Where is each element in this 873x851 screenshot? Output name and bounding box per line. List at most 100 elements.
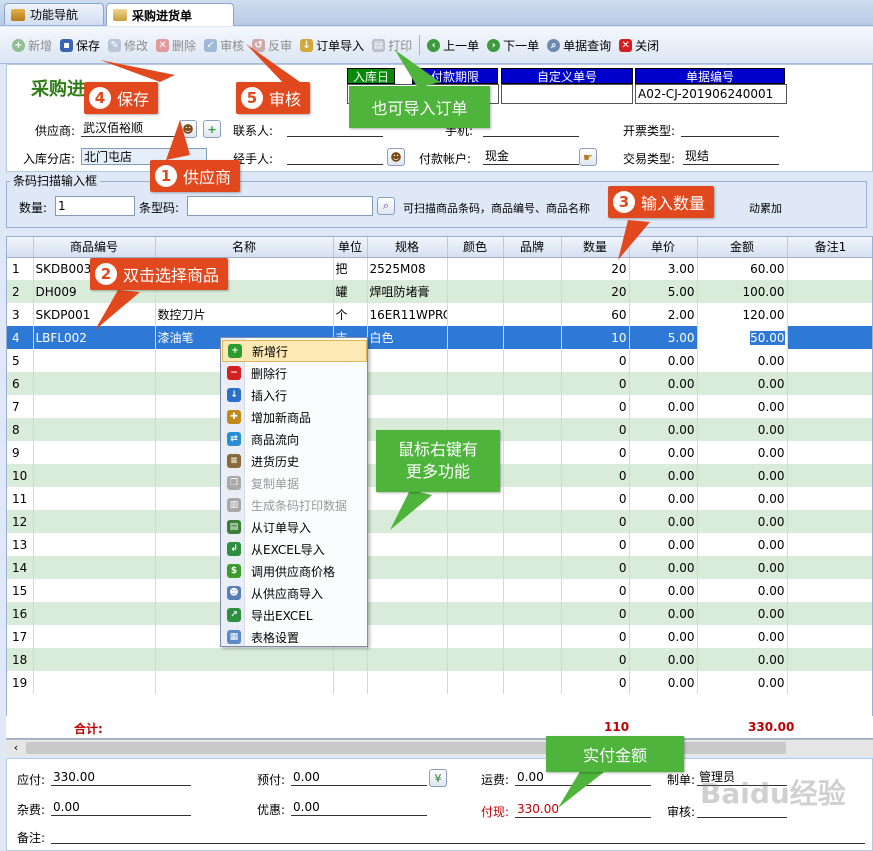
cell-qty[interactable]: 0: [561, 349, 630, 372]
cell-price[interactable]: 0.00: [629, 510, 698, 533]
cell-rownum[interactable]: 15: [7, 579, 34, 602]
cell-brand[interactable]: [503, 349, 562, 372]
cell-code[interactable]: [33, 372, 156, 395]
cell-price[interactable]: 0.00: [629, 533, 698, 556]
table-row[interactable]: 12 0 0.00 0.00: [7, 510, 872, 533]
cell-spec[interactable]: [367, 556, 448, 579]
cell-amount[interactable]: 0.00: [697, 671, 788, 694]
cell-code[interactable]: [33, 602, 156, 625]
table-row[interactable]: 19 0 0.00 0.00: [7, 671, 872, 694]
col-header-spec[interactable]: 规格: [367, 237, 448, 258]
menu-item[interactable]: + 新增行: [222, 340, 367, 362]
delete-button[interactable]: ✕ 删除: [152, 33, 200, 57]
prepaid-field[interactable]: 0.00: [291, 769, 427, 786]
cell-spec[interactable]: [367, 395, 448, 418]
cell-price[interactable]: 0.00: [629, 487, 698, 510]
cell-amount[interactable]: 0.00: [697, 418, 788, 441]
cashpay-field[interactable]: 330.00: [515, 801, 651, 818]
menu-item[interactable]: ▤ 从订单导入: [222, 516, 367, 538]
cell-amount[interactable]: 0.00: [697, 533, 788, 556]
cell-remark[interactable]: [787, 464, 872, 487]
cell-code[interactable]: [33, 648, 156, 671]
cell-color[interactable]: [447, 326, 504, 349]
cell-rownum[interactable]: 19: [7, 671, 34, 694]
cell-color[interactable]: [447, 395, 504, 418]
cell-spec[interactable]: [367, 648, 448, 671]
table-row[interactable]: 17 0 0.00 0.00: [7, 625, 872, 648]
cell-code[interactable]: LBFL002: [33, 326, 156, 349]
cell-remark[interactable]: [787, 579, 872, 602]
invoice-type-field[interactable]: [681, 120, 779, 137]
cell-spec[interactable]: [367, 625, 448, 648]
cell-remark[interactable]: [787, 671, 872, 694]
cell-code[interactable]: SKDP001: [33, 303, 156, 326]
cell-amount[interactable]: 0.00: [697, 395, 788, 418]
cell-qty[interactable]: 0: [561, 579, 630, 602]
cell-price[interactable]: 5.00: [629, 326, 698, 349]
table-row[interactable]: 7 0 0.00 0.00: [7, 395, 872, 418]
cell-rownum[interactable]: 1: [7, 257, 34, 280]
cell-remark[interactable]: [787, 280, 872, 303]
cell-brand[interactable]: [503, 648, 562, 671]
cell-name[interactable]: 数控刀片: [155, 303, 334, 326]
cell-code[interactable]: [33, 556, 156, 579]
bill-no-field[interactable]: A02-CJ-201906240001: [635, 84, 787, 104]
cell-brand[interactable]: [503, 602, 562, 625]
barcode-search-button[interactable]: ⌕: [377, 197, 395, 215]
close-button[interactable]: ✕ 关闭: [615, 33, 663, 57]
col-header-remark[interactable]: 备注1: [787, 237, 872, 258]
table-row[interactable]: 18 0 0.00 0.00: [7, 648, 872, 671]
cell-qty[interactable]: 0: [561, 533, 630, 556]
cell-brand[interactable]: [503, 487, 562, 510]
cell-remark[interactable]: [787, 556, 872, 579]
cell-rownum[interactable]: 13: [7, 533, 34, 556]
col-header-price[interactable]: 单价: [629, 237, 698, 258]
cell-code[interactable]: [33, 441, 156, 464]
col-header-brand[interactable]: 品牌: [503, 237, 562, 258]
cell-qty[interactable]: 0: [561, 464, 630, 487]
cell-code[interactable]: [33, 349, 156, 372]
cell-color[interactable]: [447, 280, 504, 303]
discount-field[interactable]: 0.00: [291, 799, 427, 816]
cell-spec[interactable]: [367, 671, 448, 694]
cell-rownum[interactable]: 12: [7, 510, 34, 533]
cell-code[interactable]: [33, 464, 156, 487]
cell-color[interactable]: [447, 602, 504, 625]
cell-amount[interactable]: 0.00: [697, 464, 788, 487]
cell-color[interactable]: [447, 556, 504, 579]
cell-spec[interactable]: [367, 349, 448, 372]
cell-unit[interactable]: 罐: [333, 280, 368, 303]
supplier-field[interactable]: 武汉佰裕顺: [81, 120, 177, 137]
cell-brand[interactable]: [503, 395, 562, 418]
cell-spec[interactable]: 16ER11WPRC: [367, 303, 448, 326]
cell-code[interactable]: [33, 671, 156, 694]
cell-price[interactable]: 2.00: [629, 303, 698, 326]
cell-rownum[interactable]: 9: [7, 441, 34, 464]
table-row[interactable]: 3 SKDP001 数控刀片个 16ER11WPRC 60 2.00 120.00: [7, 303, 872, 326]
cell-color[interactable]: [447, 349, 504, 372]
horizontal-scrollbar[interactable]: ‹: [6, 739, 873, 756]
tab-function-nav[interactable]: 功能导航: [4, 3, 104, 25]
menu-item[interactable]: ⇄ 商品流向: [222, 428, 367, 450]
cell-qty[interactable]: 0: [561, 648, 630, 671]
table-row[interactable]: 15 0 0.00 0.00: [7, 579, 872, 602]
cell-remark[interactable]: [787, 303, 872, 326]
table-row[interactable]: 16 0 0.00 0.00: [7, 602, 872, 625]
payable-field[interactable]: 330.00: [51, 769, 191, 786]
cell-code[interactable]: [33, 533, 156, 556]
cell-unit[interactable]: 个: [333, 303, 368, 326]
cell-price[interactable]: 0.00: [629, 556, 698, 579]
cell-rownum[interactable]: 7: [7, 395, 34, 418]
supplier-pick-button[interactable]: ☻: [179, 120, 197, 138]
cell-amount[interactable]: 100.00: [697, 280, 788, 303]
phone-field[interactable]: [483, 120, 579, 137]
cell-unit[interactable]: [333, 648, 368, 671]
cell-qty[interactable]: 10: [561, 326, 630, 349]
cell-rownum[interactable]: 3: [7, 303, 34, 326]
cell-rownum[interactable]: 4: [7, 326, 34, 349]
cell-rownum[interactable]: 10: [7, 464, 34, 487]
cell-price[interactable]: 0.00: [629, 395, 698, 418]
trade-type-field[interactable]: 现结: [683, 148, 779, 165]
handler-field[interactable]: [287, 148, 383, 165]
account-field[interactable]: 现金: [483, 148, 579, 165]
